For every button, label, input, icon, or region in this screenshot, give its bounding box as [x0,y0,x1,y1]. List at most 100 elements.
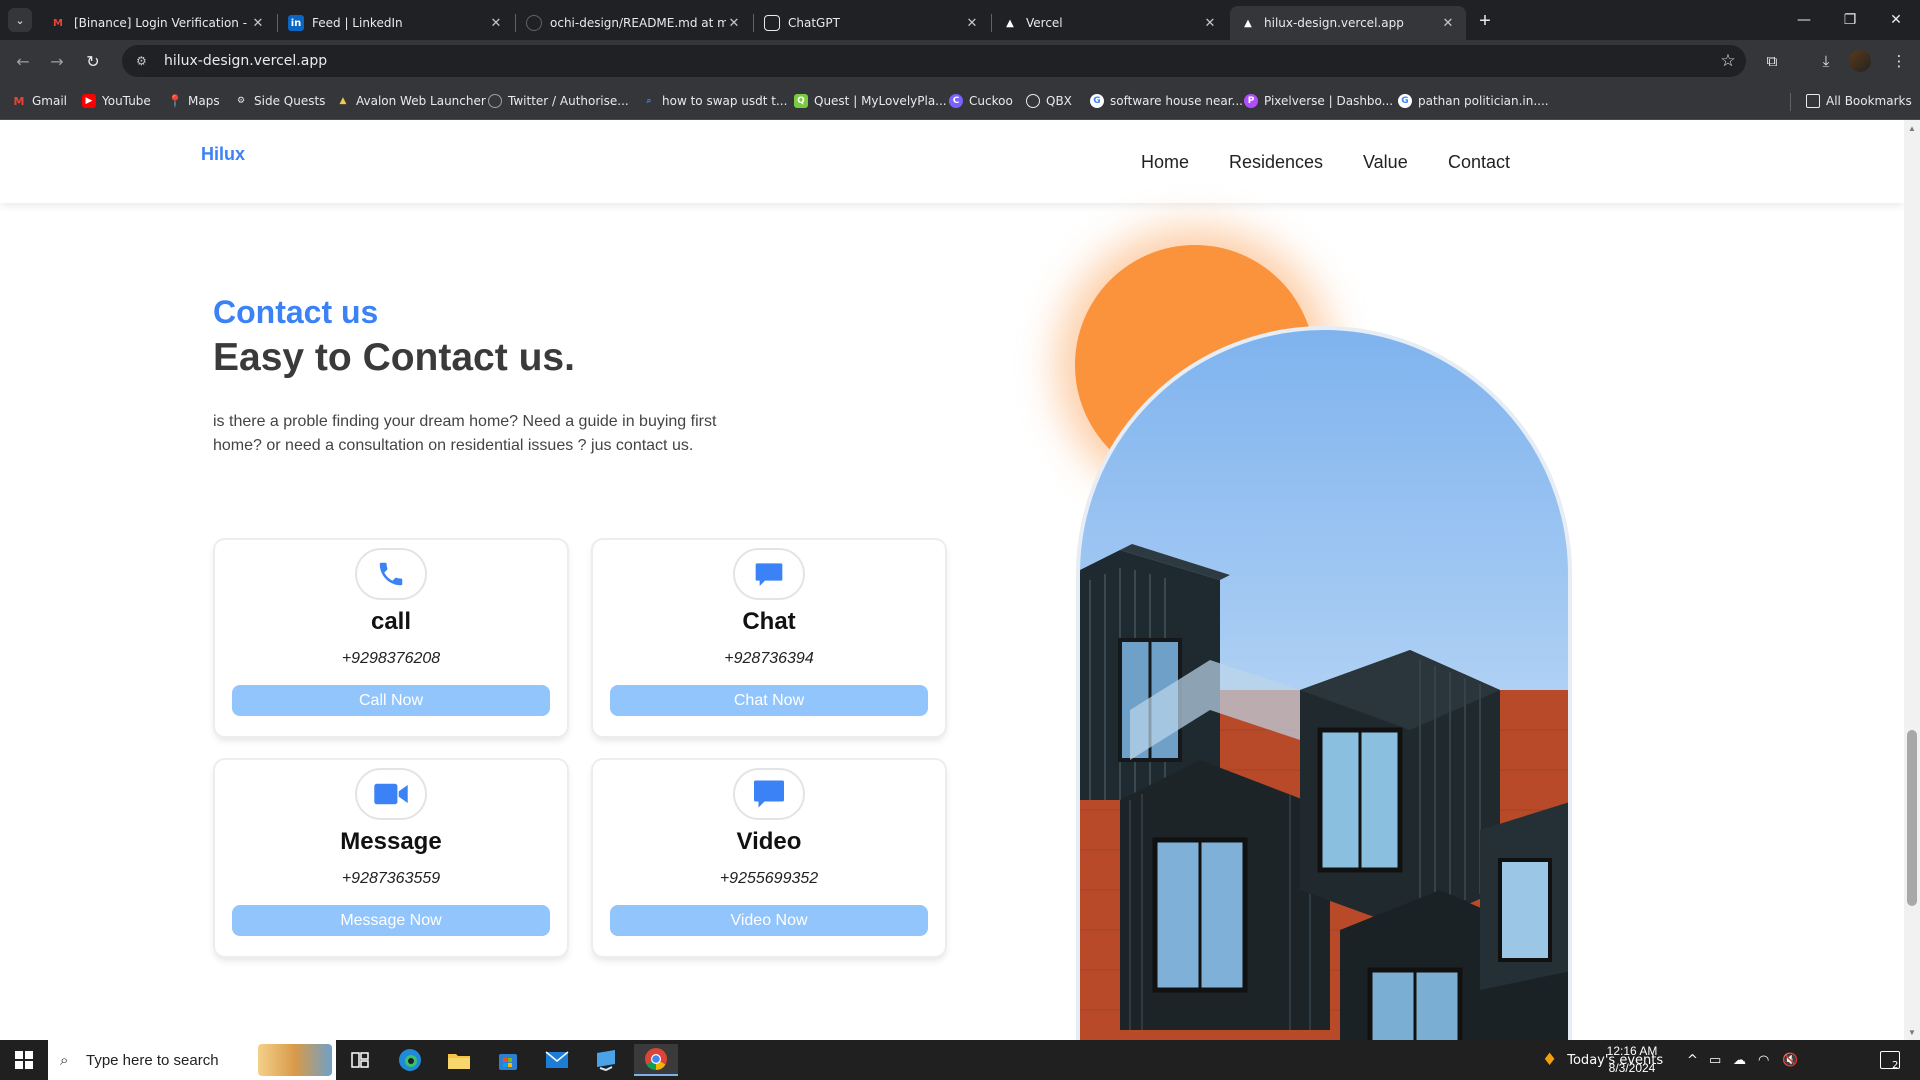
notification-count: 2 [1892,1060,1899,1071]
bookmark-avalon[interactable]: ▲ Avalon Web Launcher [336,91,486,111]
card-phone-number: +9287363559 [341,870,441,887]
bookmark-star-icon[interactable]: ☆ [1710,51,1746,71]
remote-desktop-icon[interactable] [586,1044,626,1076]
contact-card-chat: Chat +928736394 Chat Now [593,540,945,736]
cuckoo-icon: C [949,94,963,108]
card-phone-number: +928736394 [724,650,814,667]
close-icon[interactable]: ✕ [250,16,266,31]
close-window-button[interactable]: ✕ [1873,0,1919,40]
bookmark-twitter[interactable]: Twitter / Authorise... [488,91,629,111]
taskbar-clock[interactable]: 12:16 AM 8/3/2024 [1598,1043,1666,1077]
download-icon[interactable]: ⤓ [1814,49,1838,73]
chat-bubble-icon [733,548,805,600]
bookmark-pathan-politician[interactable]: Gpathan politician.in.... [1398,91,1549,111]
site-logo[interactable]: Hilux [201,144,245,165]
file-explorer-icon[interactable] [439,1044,479,1076]
task-view-icon[interactable] [340,1044,380,1076]
bookmark-side-quests[interactable]: ⚙ Side Quests [234,91,325,111]
minimize-button[interactable]: — [1781,0,1827,40]
bookmark-cuckoo[interactable]: C Cuckoo [949,91,1013,111]
bookmark-quest-mylovelyplanet[interactable]: Q Quest | MyLovelyPla... [794,91,947,111]
quest-icon: Q [794,94,808,108]
close-icon[interactable]: ✕ [1440,16,1456,31]
section-description: is there a proble finding your dream hom… [213,413,717,454]
video-now-button[interactable]: Video Now [610,905,928,936]
windows-logo-icon [15,1051,33,1069]
youtube-icon: ▶ [82,94,96,108]
bookmark-gmail[interactable]: M Gmail [12,91,68,111]
site-info-icon[interactable]: ⚙ [136,54,152,68]
close-icon[interactable]: ✕ [488,16,504,31]
extensions-icon[interactable]: ⧉ [1760,49,1784,73]
tab-hilux-active[interactable]: ▲ hilux-design.vercel.app ✕ [1230,6,1466,40]
google-icon: G [1090,94,1104,108]
wifi-icon[interactable]: ◠ [1758,1040,1769,1080]
nav-value[interactable]: Value [1363,152,1408,173]
windows-taskbar: ⌕ Type here to search ♦ Today's events ^… [0,1040,1920,1080]
maps-icon: 📍 [167,94,183,108]
building-image [1076,326,1572,1040]
scroll-down-arrow-icon[interactable]: ▼ [1904,1024,1920,1040]
reload-icon[interactable]: ↻ [80,48,106,74]
notifications-icon[interactable]: 2 [1880,1040,1900,1080]
all-bookmarks[interactable]: All Bookmarks [1806,91,1912,111]
page-scrollbar[interactable]: ▲ ▼ [1904,120,1920,1040]
github-icon [526,15,542,31]
tab-search-dropdown[interactable]: ⌄ [8,8,32,32]
page-viewport: Hilux Home Residences Value Contact Cont… [0,120,1904,1040]
close-icon[interactable]: ✕ [964,16,980,31]
folder-icon [1806,94,1820,108]
globe-icon [488,94,502,108]
menu-kebab-icon[interactable]: ⋮ [1887,49,1911,73]
gmail-icon: M [53,17,63,29]
battery-icon[interactable]: ▭ [1709,1040,1721,1080]
nav-contact[interactable]: Contact [1448,152,1510,173]
edge-browser-icon[interactable] [390,1044,430,1076]
close-icon[interactable]: ✕ [726,16,742,31]
chat-now-button[interactable]: Chat Now [610,685,928,716]
bookmark-maps[interactable]: 📍 Maps [168,91,220,111]
close-icon[interactable]: ✕ [1202,16,1218,31]
microsoft-store-icon[interactable] [488,1044,528,1076]
nav-home[interactable]: Home [1141,152,1189,173]
speaker-muted-icon[interactable]: 🔇 [1782,1040,1798,1080]
scrollbar-thumb[interactable] [1907,730,1917,906]
vercel-icon: ▲ [1244,17,1252,29]
bookmark-youtube[interactable]: ▶ YouTube [82,91,151,111]
chrome-icon[interactable] [634,1044,678,1076]
call-now-button[interactable]: Call Now [232,685,550,716]
taskbar-search-box[interactable]: ⌕ Type here to search [48,1040,336,1080]
windows-start-button[interactable] [0,1040,48,1080]
mail-icon[interactable] [537,1044,577,1076]
onedrive-cloud-icon[interactable]: ☁ [1733,1040,1746,1080]
contact-card-video: Video +9255699352 Video Now [593,760,945,956]
address-bar[interactable]: ⚙ hilux-design.vercel.app ☆ [122,45,1746,77]
new-tab-button[interactable]: + [1472,8,1498,34]
tab-linkedin[interactable]: in Feed | LinkedIn ✕ [278,6,514,40]
chatgpt-icon [764,15,780,31]
nav-residences[interactable]: Residences [1229,152,1323,173]
search-icon: ⌕ [646,96,652,106]
tab-binance[interactable]: M [Binance] Login Verification - 20 ✕ [40,6,276,40]
card-title: call [370,608,412,635]
restore-button[interactable]: ❐ [1827,0,1873,40]
bookmarks-bar: M Gmail ▶ YouTube 📍 Maps ⚙ Side Quests ▲ Aval… [0,82,1920,120]
bookmark-swap-usdt[interactable]: ⌕ how to swap usdt t... [642,91,787,111]
chat-bubble-icon [733,768,805,820]
tab-vercel[interactable]: ▲ Vercel ✕ [992,6,1228,40]
tab-github[interactable]: ochi-design/README.md at ma ✕ [516,6,752,40]
tab-chatgpt[interactable]: ChatGPT ✕ [754,6,990,40]
site-header: Hilux Home Residences Value Contact [0,120,1904,203]
scroll-up-arrow-icon[interactable]: ▲ [1904,120,1920,136]
show-hidden-icons-chevron-icon[interactable]: ^ [1687,1040,1698,1080]
avalon-icon: ▲ [339,96,347,106]
card-phone-number: +9298376208 [341,650,441,667]
forward-arrow-icon[interactable]: → [44,48,70,74]
bookmark-qbx[interactable]: QBX [1026,91,1072,111]
profile-avatar[interactable] [1849,50,1871,72]
bookmark-software-house[interactable]: Gsoftware house near... [1090,91,1243,111]
message-now-button[interactable]: Message Now [232,905,550,936]
search-highlight-illustration [258,1044,332,1076]
back-arrow-icon[interactable]: ← [10,48,36,74]
bookmark-pixelverse[interactable]: P Pixelverse | Dashbo... [1244,91,1393,111]
